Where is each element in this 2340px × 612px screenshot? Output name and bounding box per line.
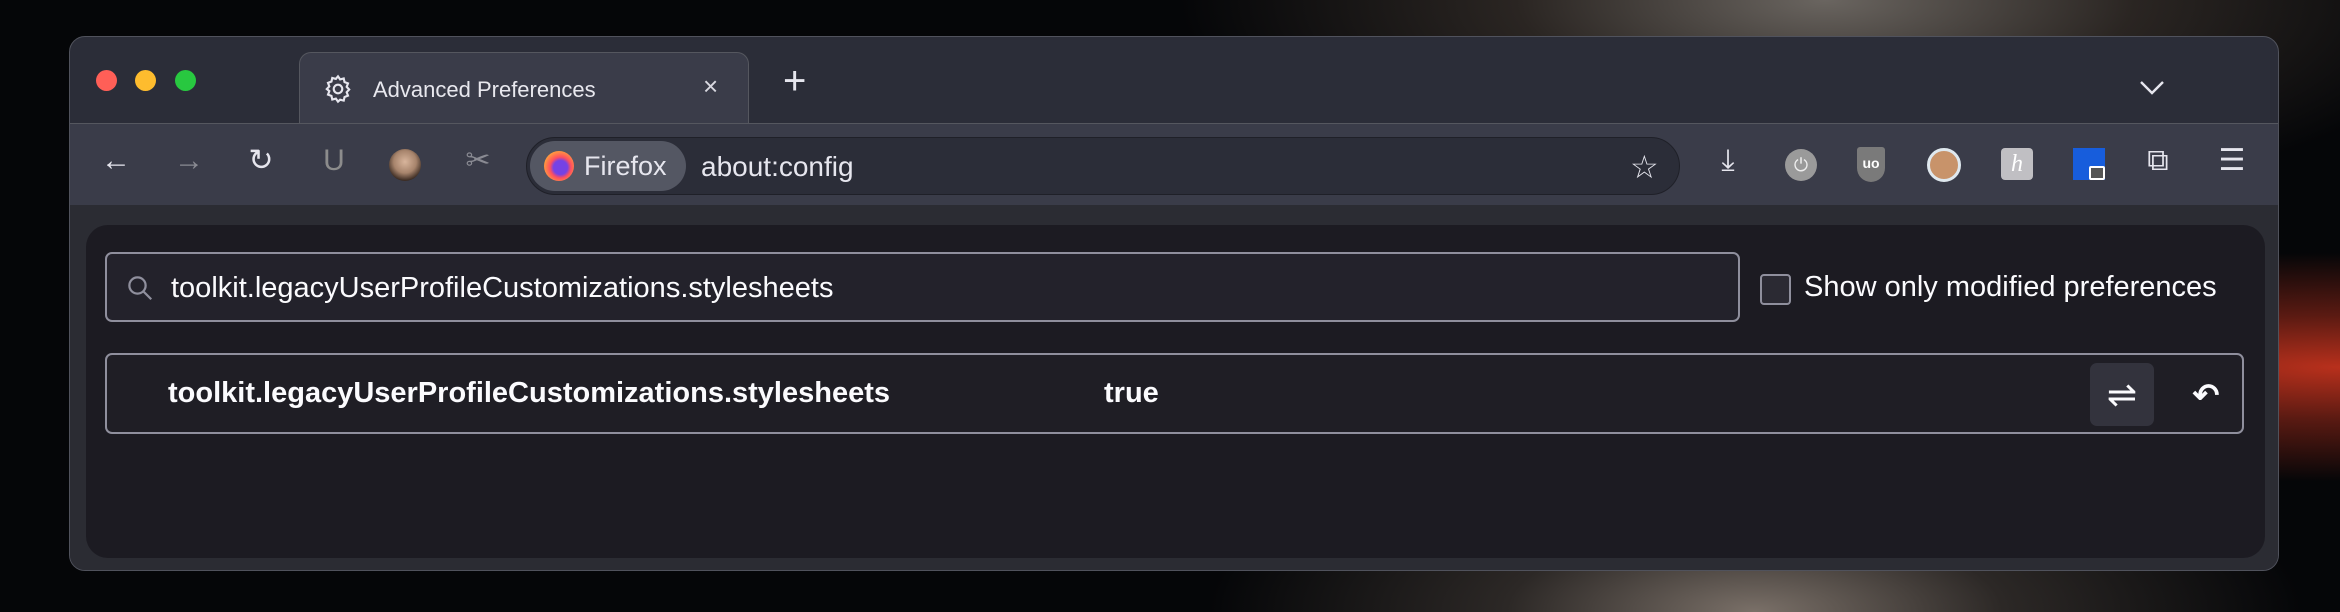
pref-name: toolkit.legacyUserProfileCustomizations.… [168, 377, 890, 409]
minimize-window-button[interactable] [135, 70, 156, 91]
new-tab-button[interactable]: + [783, 59, 806, 104]
bookmark-star-icon[interactable]: ☆ [1630, 148, 1659, 186]
close-tab-icon[interactable]: × [703, 71, 718, 102]
maximize-window-button[interactable] [175, 70, 196, 91]
show-modified-label[interactable]: Show only modified preferences [1804, 271, 2217, 304]
back-icon[interactable]: ← [96, 146, 136, 176]
url-bar[interactable]: Firefox about:config ☆ [526, 137, 1680, 195]
bitwarden-lock-icon[interactable] [2073, 148, 2105, 180]
url-text[interactable]: about:config [701, 151, 854, 183]
toggle-button[interactable]: ⇌ [2090, 363, 2154, 426]
ublock-origin-icon[interactable]: uo [1857, 147, 1885, 182]
show-modified-checkbox[interactable] [1760, 274, 1791, 305]
undo-icon: ↶ [2192, 376, 2220, 413]
toggle-arrows-icon: ⇌ [2106, 373, 2138, 415]
browser-window: Advanced Preferences × + ← → ↻ U ✂ Firef… [69, 36, 2279, 571]
menu-icon[interactable]: ☰ [2212, 146, 2252, 176]
extensions-puzzle-icon[interactable]: ⧉ [2138, 146, 2178, 176]
search-input[interactable]: toolkit.legacyUserProfileCustomizations.… [105, 252, 1740, 322]
reset-button[interactable]: ↶ [2177, 363, 2235, 426]
magnet-extension-icon[interactable]: U [314, 146, 354, 176]
pref-row: toolkit.legacyUserProfileCustomizations.… [105, 353, 2244, 434]
navigation-toolbar: ← → ↻ U ✂ Firefox about:config ☆ ⤓ ⏻ uo … [70, 123, 2278, 205]
identity-label: Firefox [584, 151, 667, 181]
h-extension-icon[interactable]: h [2001, 148, 2033, 180]
gear-icon [325, 74, 351, 104]
chevron-down-icon[interactable] [2138, 79, 2166, 97]
identity-box[interactable]: Firefox [530, 141, 686, 191]
forward-icon[interactable]: → [169, 146, 209, 176]
firefox-logo-icon [544, 151, 574, 181]
glasses-extension-icon[interactable] [1927, 148, 1961, 182]
search-value[interactable]: toolkit.legacyUserProfileCustomizations.… [171, 272, 833, 305]
screenshot-icon[interactable]: ✂ [458, 146, 498, 176]
page-content: toolkit.legacyUserProfileCustomizations.… [70, 205, 2278, 570]
downloads-icon[interactable]: ⤓ [1708, 146, 1748, 176]
pref-value: true [1104, 377, 1159, 409]
tab-title: Advanced Preferences [373, 77, 596, 102]
search-icon [128, 276, 153, 301]
power-extension-icon[interactable]: ⏻ [1785, 149, 1817, 181]
avatar-extension-icon[interactable] [389, 149, 421, 181]
reload-icon[interactable]: ↻ [241, 146, 281, 176]
tab-advanced-preferences[interactable]: Advanced Preferences × [299, 52, 749, 123]
close-window-button[interactable] [96, 70, 117, 91]
config-panel: toolkit.legacyUserProfileCustomizations.… [86, 225, 2265, 558]
